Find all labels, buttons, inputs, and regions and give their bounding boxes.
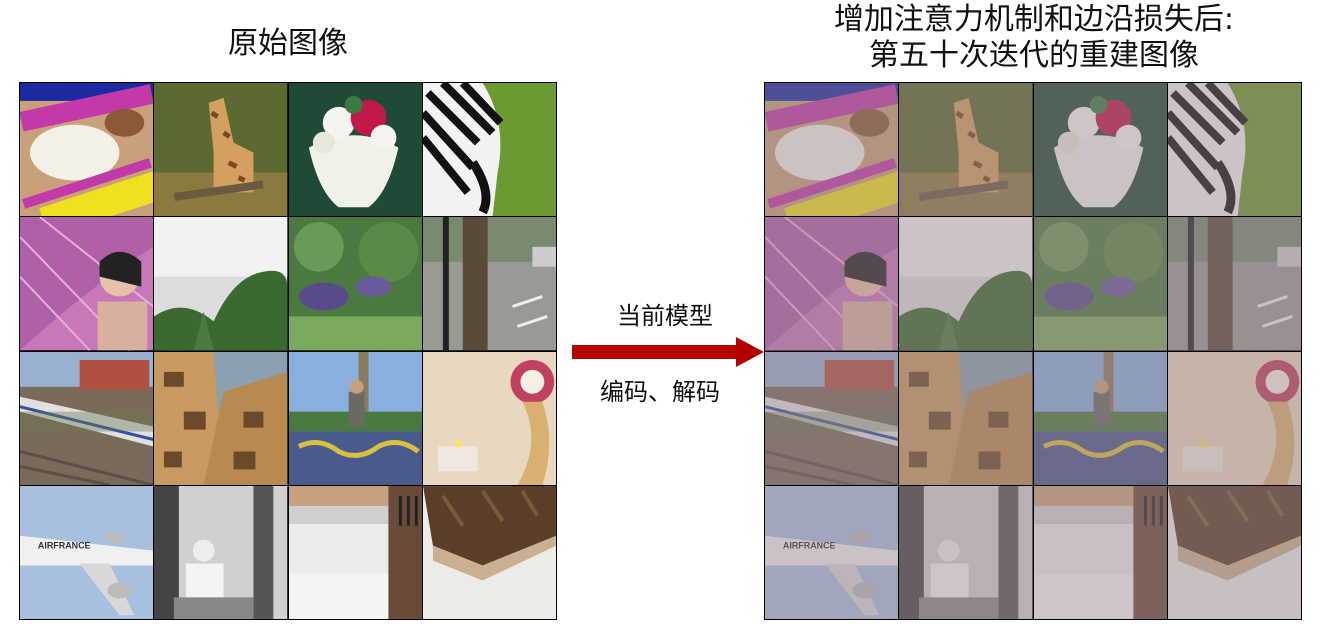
- original-image-flower-vase: [288, 83, 422, 217]
- reconstructed-image-flower-vase: [1033, 83, 1167, 217]
- reconstructed-title-line2: 第五十次迭代的重建图像: [869, 38, 1199, 73]
- reconstructed-image-umbrella-woman: [765, 217, 899, 351]
- original-image-trees-sky: [154, 217, 288, 351]
- original-image-grid: AIRFRANCE: [19, 82, 557, 620]
- original-images-title: 原始图像: [228, 26, 348, 61]
- reconstructed-image-grid: AIRFRANCE: [764, 82, 1302, 620]
- reconstructed-title-line1: 增加注意力机制和边沿损失后:: [833, 2, 1235, 37]
- reconstructed-image-cake-slice: [1167, 485, 1301, 619]
- reconstructed-image-train: [765, 351, 899, 485]
- reconstructed-image-graffiti-skater: [1033, 351, 1167, 485]
- original-image-kitchen-stove: [288, 485, 422, 619]
- reconstructed-image-street-tree: [1167, 217, 1301, 351]
- reconstructed-image-giraffes-closeup: [899, 351, 1033, 485]
- reconstructed-image-trees-sky: [899, 217, 1033, 351]
- arrow-label-encode-decode: 编码、解码: [600, 378, 720, 406]
- original-image-food-box: [20, 83, 154, 217]
- airline-logo-text: AIRFRANCE: [783, 540, 836, 550]
- reconstructed-image-zebra: [1167, 83, 1301, 217]
- reconstructed-image-kitchen-stove: [1033, 485, 1167, 619]
- reconstructed-image-airplane: AIRFRANCE: [765, 485, 899, 619]
- arrow-label-model: 当前模型: [617, 302, 713, 330]
- reconstructed-images-title: 增加注意力机制和边沿损失后: 第五十次迭代的重建图像: [764, 2, 1304, 74]
- original-image-airplane: AIRFRANCE: [20, 485, 154, 619]
- airline-logo-text: AIRFRANCE: [38, 540, 91, 550]
- original-image-graffiti-skater: [288, 351, 422, 485]
- original-image-zebra: [422, 83, 556, 217]
- original-image-jungle-animals: [288, 217, 422, 351]
- original-image-giraffes-closeup: [154, 351, 288, 485]
- original-image-giraffe: [154, 83, 288, 217]
- process-arrow-icon: [572, 337, 764, 367]
- reconstructed-image-old-photo-man: [899, 485, 1033, 619]
- original-image-train: [20, 351, 154, 485]
- original-image-street-tree: [422, 217, 556, 351]
- reconstructed-image-jungle-animals: [1033, 217, 1167, 351]
- reconstructed-image-giraffe: [899, 83, 1033, 217]
- original-image-umbrella-woman: [20, 217, 154, 351]
- original-image-old-photo-man: [154, 485, 288, 619]
- original-image-cake-slice: [422, 485, 556, 619]
- original-image-clock-candle: [422, 351, 556, 485]
- reconstructed-image-food-box: [765, 83, 899, 217]
- reconstructed-image-clock-candle: [1167, 351, 1301, 485]
